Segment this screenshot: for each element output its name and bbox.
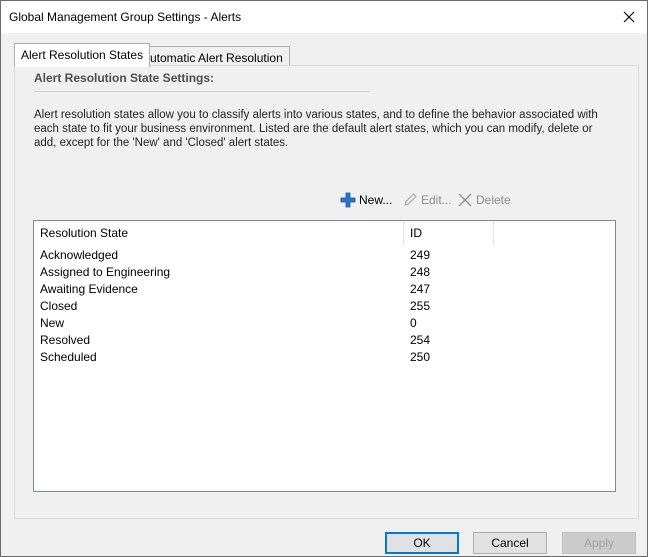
id-cell: 249 xyxy=(410,248,431,262)
new-label: New... xyxy=(359,193,393,207)
pencil-icon xyxy=(404,193,417,206)
list-row[interactable]: Acknowledged 249 xyxy=(34,247,615,264)
title-bar: Global Management Group Settings - Alert… xyxy=(1,1,647,33)
section-divider xyxy=(34,91,370,92)
resolution-state-cell: Resolved xyxy=(40,333,91,347)
delete-button[interactable]: Delete xyxy=(457,190,511,210)
resolution-state-cell: Assigned to Engineering xyxy=(40,265,171,279)
list-row[interactable]: Resolved 254 xyxy=(34,332,615,349)
list-row[interactable]: New 0 xyxy=(34,315,615,332)
resolution-states-list[interactable]: Resolution State ID Acknowledged 249 Ass… xyxy=(33,220,616,492)
tab-panel: Alert Resolution State Settings: Alert r… xyxy=(14,65,639,519)
apply-button[interactable]: Apply xyxy=(562,532,636,554)
id-cell: 255 xyxy=(410,299,431,313)
resolution-state-cell: Awaiting Evidence xyxy=(40,282,138,296)
edit-button[interactable]: Edit... xyxy=(402,190,452,210)
id-cell: 247 xyxy=(410,282,431,296)
id-cell: 248 xyxy=(410,265,431,279)
tab-label: Alert Resolution States xyxy=(21,48,144,62)
resolution-state-cell: Closed xyxy=(40,299,78,313)
column-header-id[interactable]: ID xyxy=(404,221,494,246)
id-cell: 254 xyxy=(410,333,431,347)
delete-label: Delete xyxy=(476,193,511,207)
ok-button[interactable]: OK xyxy=(385,532,459,554)
window-title: Global Management Group Settings - Alert… xyxy=(9,10,242,24)
id-cell: 0 xyxy=(410,316,417,330)
delete-x-icon xyxy=(458,193,472,207)
edit-label: Edit... xyxy=(421,193,452,207)
list-row[interactable]: Closed 255 xyxy=(34,298,615,315)
cancel-button[interactable]: Cancel xyxy=(473,532,547,554)
resolution-state-cell: Scheduled xyxy=(40,350,97,364)
resolution-state-cell: Acknowledged xyxy=(40,248,119,262)
list-row[interactable]: Awaiting Evidence 247 xyxy=(34,281,615,298)
section-title: Alert Resolution State Settings: xyxy=(34,71,215,85)
id-cell: 250 xyxy=(410,350,431,364)
add-icon xyxy=(340,192,356,208)
tab-alert-resolution-states[interactable]: Alert Resolution States xyxy=(14,43,151,67)
close-icon xyxy=(623,11,635,23)
tab-label: Automatic Alert Resolution xyxy=(142,51,283,65)
list-row[interactable]: Assigned to Engineering 248 xyxy=(34,264,615,281)
new-button[interactable]: New... xyxy=(340,190,392,210)
list-row[interactable]: Scheduled 250 xyxy=(34,349,615,366)
section-description: Alert resolution states allow you to cla… xyxy=(34,109,598,149)
close-button[interactable] xyxy=(617,5,641,29)
column-header-resolution-state[interactable]: Resolution State xyxy=(34,221,404,246)
dialog-window: Global Management Group Settings - Alert… xyxy=(0,0,648,557)
resolution-state-cell: New xyxy=(40,316,65,330)
